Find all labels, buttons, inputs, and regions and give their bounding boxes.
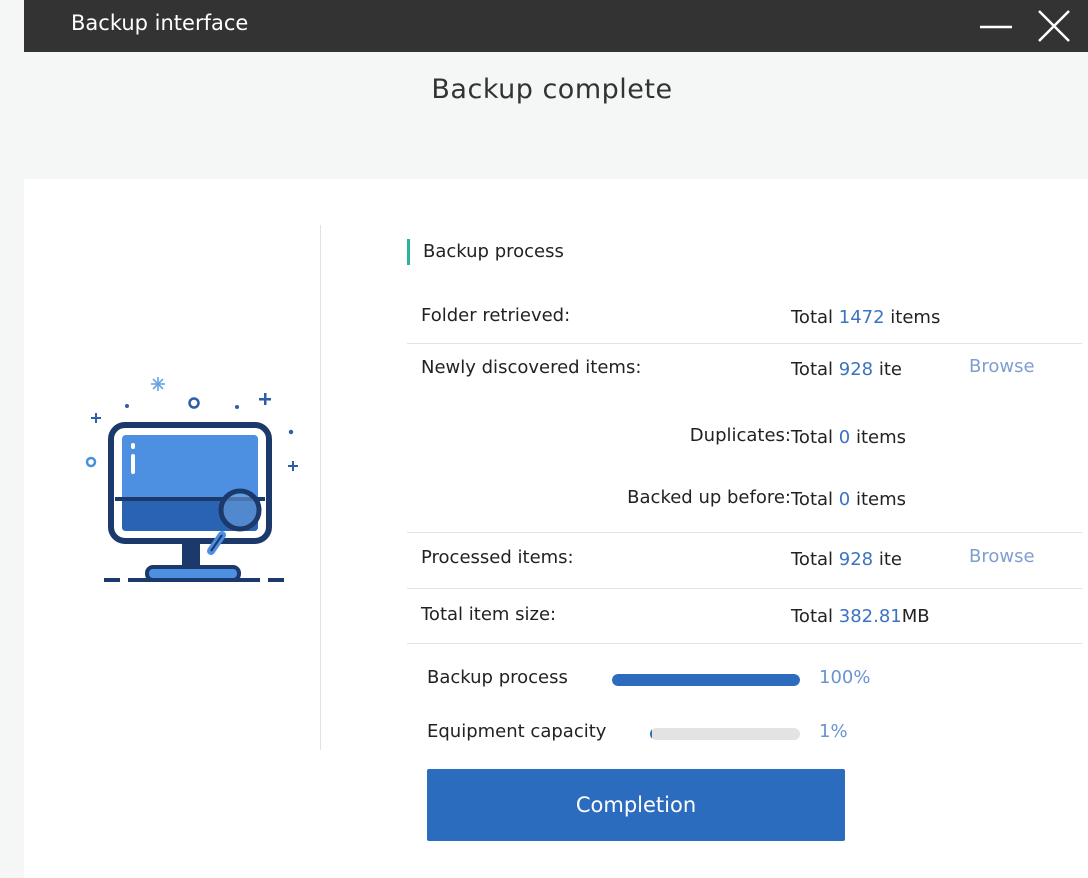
backup-summary-panel: Backup process Folder retrieved: Total 1…	[24, 179, 1088, 878]
page-heading: Backup complete	[431, 74, 673, 105]
backed-up-before-row: Backed up before: Total 0 items	[407, 477, 1082, 521]
computer-search-icon	[85, 377, 298, 582]
backup-progress-bar	[612, 674, 800, 686]
row-divider	[407, 588, 1082, 589]
window-title: Backup interface	[71, 11, 249, 35]
minimize-button[interactable]	[978, 8, 1014, 44]
equipment-capacity-bar	[650, 728, 800, 740]
browse-link-new-items[interactable]: Browse	[969, 356, 1035, 377]
section-title: Backup process	[407, 239, 564, 265]
row-label: Duplicates:	[689, 425, 791, 446]
row-label: Backed up before:	[627, 487, 791, 508]
close-button[interactable]	[1036, 8, 1072, 44]
vertical-divider	[320, 225, 321, 750]
newly-discovered-row: Newly discovered items: Total 928 ite Br…	[407, 347, 1082, 391]
backup-progress-percent: 100%	[819, 667, 871, 688]
equipment-capacity-row: Equipment capacity 1%	[427, 717, 907, 747]
backup-progress-fill	[612, 674, 800, 686]
row-value: Total 928 ite	[791, 359, 902, 380]
completion-button[interactable]: Completion	[427, 769, 845, 841]
title-bar: Backup interface	[24, 0, 1088, 52]
row-label: Newly discovered items:	[421, 357, 642, 378]
close-icon	[1038, 10, 1070, 42]
row-value: Total 0 items	[791, 489, 906, 510]
row-divider	[407, 532, 1082, 533]
row-label: Total item size:	[421, 604, 557, 625]
processed-items-row: Processed items: Total 928 ite Browse	[407, 537, 1082, 581]
row-label: Folder retrieved:	[421, 305, 571, 326]
browse-link-processed-items[interactable]: Browse	[969, 546, 1035, 567]
total-item-size-row: Total item size: Total 382.81MB	[407, 594, 1082, 638]
row-value: Total 928 ite	[791, 549, 902, 570]
row-divider	[407, 343, 1082, 344]
folder-retrieved-row: Folder retrieved: Total 1472 items	[407, 295, 1082, 339]
row-label: Processed items:	[421, 547, 574, 568]
row-value: Total 1472 items	[791, 307, 941, 328]
row-value: Total 0 items	[791, 427, 906, 448]
progress-label: Backup process	[427, 667, 568, 688]
duplicates-row: Duplicates: Total 0 items	[407, 415, 1082, 459]
equipment-capacity-percent: 1%	[819, 721, 848, 742]
minimize-icon	[980, 25, 1012, 29]
row-divider	[407, 643, 1082, 644]
equipment-capacity-fill	[650, 728, 652, 740]
backup-progress-row: Backup process 100%	[427, 663, 907, 693]
row-value: Total 382.81MB	[791, 606, 930, 627]
progress-label: Equipment capacity	[427, 721, 607, 742]
